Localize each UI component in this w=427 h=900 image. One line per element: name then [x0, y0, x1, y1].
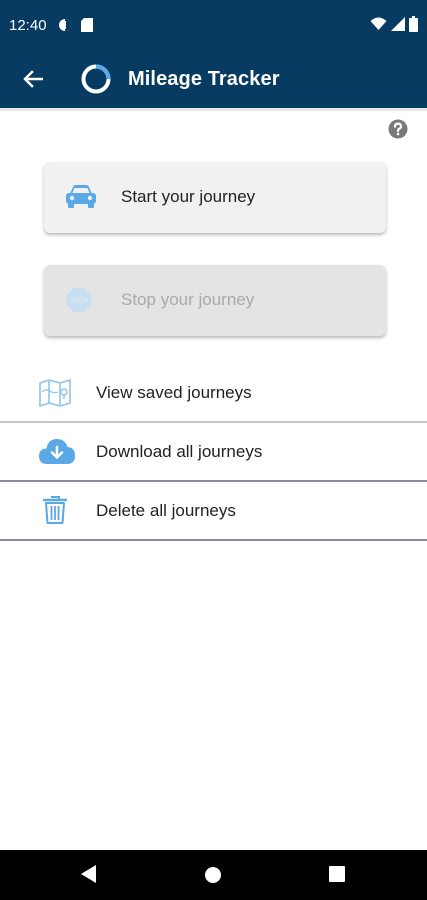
- start-journey-label: Start your journey: [121, 187, 256, 206]
- delete-all-journeys-label: Delete all journeys: [96, 501, 236, 520]
- back-button[interactable]: [18, 66, 48, 96]
- recents-square-icon[interactable]: [329, 866, 345, 887]
- sim-card-icon: [81, 18, 93, 37]
- system-nav-bar: [0, 850, 427, 900]
- signal-icon: [391, 17, 405, 36]
- status-bar: 12:40: [0, 0, 427, 52]
- app-title: Mileage Tracker: [128, 68, 280, 90]
- start-journey-button[interactable]: Start your journey: [44, 162, 386, 233]
- delete-all-journeys-item[interactable]: Delete all journeys: [0, 483, 427, 541]
- stop-journey-label: Stop your journey: [121, 290, 255, 309]
- wifi-icon: [370, 17, 387, 36]
- view-saved-journeys-label: View saved journeys: [96, 383, 252, 402]
- help-button[interactable]: [388, 119, 408, 144]
- download-all-journeys-item[interactable]: Download all journeys: [0, 424, 427, 482]
- svg-text:STOP: STOP: [70, 298, 89, 305]
- app-bar: Mileage Tracker: [0, 52, 427, 108]
- stop-journey-button[interactable]: STOP Stop your journey: [44, 265, 386, 336]
- home-circle-icon[interactable]: [204, 866, 222, 889]
- battery-icon: [409, 16, 418, 37]
- status-time: 12:40: [9, 17, 47, 34]
- map-icon: [38, 378, 72, 413]
- header-divider: [0, 108, 427, 111]
- stop-sign-icon: STOP: [66, 287, 92, 318]
- arrow-left-icon: [23, 69, 44, 93]
- status-icons: [370, 16, 418, 37]
- download-all-journeys-label: Download all journeys: [96, 442, 263, 461]
- data-saver-icon: [58, 18, 72, 37]
- back-triangle-icon[interactable]: [80, 864, 98, 889]
- ring-logo-icon: [80, 63, 112, 100]
- view-saved-journeys-item[interactable]: View saved journeys: [0, 365, 427, 423]
- cloud-download-icon: [38, 436, 76, 471]
- question-circle-icon: [388, 119, 408, 143]
- car-icon: [64, 182, 98, 215]
- trash-icon: [42, 495, 68, 530]
